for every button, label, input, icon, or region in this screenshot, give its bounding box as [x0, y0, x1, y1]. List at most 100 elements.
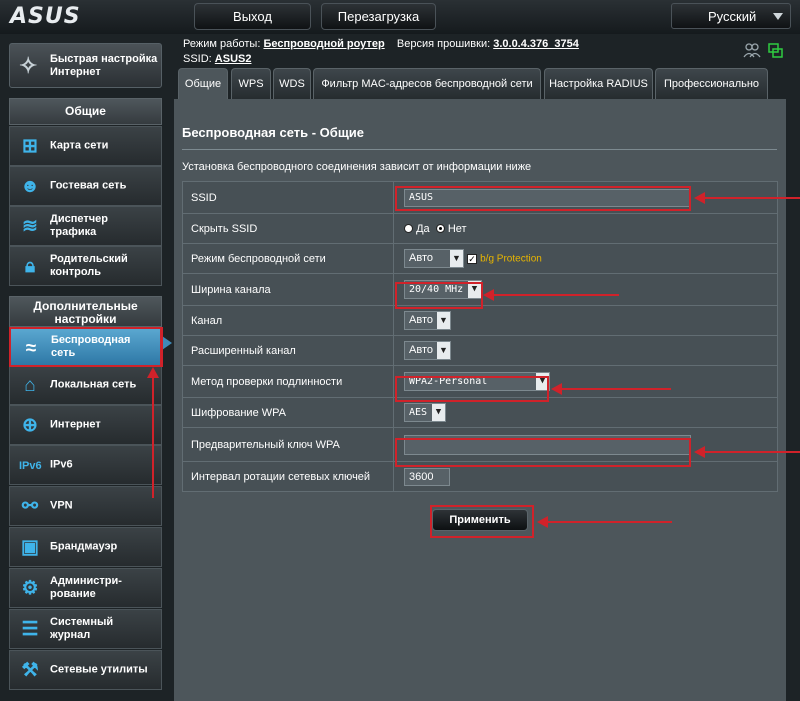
- sidebar-item-label: Брандмауэр: [50, 540, 118, 553]
- tab-wds[interactable]: WDS: [273, 68, 311, 99]
- sidebar-item-label: Интернет: [50, 418, 101, 431]
- key-rotation-input[interactable]: 3600: [404, 467, 450, 486]
- network-map-icon: ⊞: [22, 136, 38, 157]
- firmware-link[interactable]: 3.0.0.4.376_3754: [493, 38, 579, 50]
- sidebar-item-system-log[interactable]: ☰ Системный журнал: [9, 609, 162, 649]
- sidebar-item-label: Локальная сеть: [50, 378, 137, 391]
- chevron-down-icon: ▼: [450, 250, 463, 267]
- highlight-psk: [395, 438, 691, 467]
- row-wireless-mode: Режим беспроводной сети Авто ▼ ✓ b/g Prot…: [182, 243, 778, 274]
- arrow-head-icon: [694, 192, 705, 204]
- system-log-icon: ☰: [21, 619, 39, 640]
- sidebar-item-firewall[interactable]: ▣ Брандмауэр: [9, 527, 162, 567]
- mode-label: Режим работы:: [183, 38, 261, 50]
- logout-button[interactable]: Выход: [194, 3, 311, 30]
- traffic-manager-icon: ≋: [22, 216, 38, 237]
- sidebar-item-ipv6[interactable]: IPv6 IPv6: [9, 445, 162, 485]
- sidebar-item-label: IPv6: [50, 458, 73, 471]
- arrow-head-icon: [537, 516, 548, 528]
- channel-select[interactable]: Авто ▼: [404, 311, 451, 330]
- ssid-label: SSID:: [183, 53, 212, 65]
- sidebar-item-parental-control[interactable]: 🔒︎ Родительский контроль: [9, 246, 162, 286]
- arrow-line: [705, 451, 800, 453]
- guest-network-icon: ☻: [20, 176, 40, 197]
- tab-general[interactable]: Общие: [178, 68, 228, 99]
- lan-icon: ⌂: [24, 375, 36, 396]
- bg-protection-checkbox[interactable]: ✓: [467, 253, 478, 264]
- sidebar-item-network-map[interactable]: ⊞ Карта сети: [9, 126, 162, 166]
- sidebar-item-lan[interactable]: ⌂ Локальная сеть: [9, 365, 162, 405]
- sidebar-item-label: VPN: [50, 499, 73, 512]
- quick-setup-button[interactable]: ✧ Быстрая настройка Интернет: [9, 43, 162, 88]
- internet-icon: ⊕: [22, 415, 38, 436]
- ext-channel-select[interactable]: Авто ▼: [404, 341, 451, 360]
- channel-label: Канал: [182, 305, 394, 336]
- sidebar-item-label: Сетевые утилиты: [50, 663, 148, 676]
- top-bar: ASUS Выход Перезагрузка Русский: [0, 0, 800, 34]
- hide-ssid-label: Скрыть SSID: [182, 213, 394, 244]
- hide-ssid-no-radio[interactable]: [435, 224, 445, 234]
- administration-icon: ⚙: [21, 578, 39, 599]
- arrow-line: [705, 197, 800, 199]
- language-value: Русский: [708, 8, 757, 24]
- sidebar-item-internet[interactable]: ⊕ Интернет: [9, 405, 162, 445]
- ssid-label: SSID: [182, 181, 394, 214]
- ext-channel-label: Расширенный канал: [182, 335, 394, 366]
- wireless-mode-label: Режим беспроводной сети: [182, 243, 394, 274]
- chevron-down-icon: ▼: [437, 342, 450, 359]
- arrow-head-icon: [483, 289, 494, 301]
- sidebar-item-label: Карта сети: [50, 139, 109, 152]
- arrow-line: [493, 294, 619, 296]
- row-channel: Канал Авто ▼: [182, 305, 778, 336]
- highlight-ssid: [395, 186, 691, 211]
- sidebar-item-network-tools[interactable]: ⚒ Сетевые утилиты: [9, 650, 162, 690]
- firewall-icon: ▣: [21, 537, 39, 558]
- sidebar-item-label: Родительский контроль: [50, 253, 128, 278]
- hide-ssid-yes-radio[interactable]: [404, 224, 413, 234]
- advanced-section-header: Дополнительные настройки: [9, 296, 162, 327]
- tab-radius[interactable]: Настройка RADIUS: [544, 68, 653, 99]
- mode-link[interactable]: Беспроводной роутер: [263, 38, 384, 50]
- row-encryption: Шифрование WPA AES ▼: [182, 397, 778, 428]
- psk-label: Предварительный ключ WPA: [182, 427, 394, 462]
- encryption-select[interactable]: AES ▼: [404, 403, 446, 422]
- tab-professional[interactable]: Профессионально: [655, 68, 768, 99]
- language-select[interactable]: Русский: [671, 3, 791, 29]
- sidebar-item-guest-network[interactable]: ☻ Гостевая сеть: [9, 166, 162, 206]
- sidebar-item-administration[interactable]: ⚙ Администри-рование: [9, 568, 162, 608]
- magic-wand-icon: ✧: [19, 53, 38, 78]
- active-item-indicator: [162, 336, 172, 350]
- arrow-head-icon: [147, 367, 159, 378]
- highlight-wireless: [9, 327, 163, 367]
- ext-channel-value: Авто: [409, 344, 433, 356]
- hide-ssid-yes-label: Да: [416, 222, 430, 235]
- network-tools-icon: ⚒: [21, 660, 39, 681]
- page-description: Установка беспроводного соединения завис…: [182, 161, 532, 173]
- arrow-line: [548, 521, 672, 523]
- arrow-head-icon: [551, 383, 562, 395]
- sidebar-item-label: Диспетчер трафика: [50, 213, 108, 238]
- row-hide-ssid: Скрыть SSID Да Нет: [182, 213, 778, 244]
- wireless-mode-value: Авто: [409, 252, 433, 264]
- bg-protection-label: b/g Protection: [480, 253, 542, 265]
- reboot-button[interactable]: Перезагрузка: [321, 3, 436, 30]
- sidebar-item-label: Администри-рование: [50, 575, 122, 600]
- network-status-icon[interactable]: [768, 43, 783, 58]
- tab-wps[interactable]: WPS: [231, 68, 271, 99]
- tab-mac-filter[interactable]: Фильтр MAC-адресов беспроводной сети: [313, 68, 541, 99]
- encryption-label: Шифрование WPA: [182, 397, 394, 428]
- quick-setup-label: Быстрая настройка Интернет: [50, 53, 158, 78]
- sidebar-item-label: Системный журнал: [50, 616, 114, 641]
- wireless-mode-select[interactable]: Авто ▼: [404, 249, 464, 268]
- sidebar-item-vpn[interactable]: ⚯ VPN: [9, 486, 162, 526]
- chevron-down-icon: [773, 13, 783, 20]
- row-ext-channel: Расширенный канал Авто ▼: [182, 335, 778, 366]
- vpn-icon: ⚯: [22, 496, 38, 517]
- sidebar-item-traffic-manager[interactable]: ≋ Диспетчер трафика: [9, 206, 162, 246]
- status-line: Режим работы: Беспроводной роутер Версия…: [183, 38, 579, 50]
- highlight-apply: [430, 505, 534, 538]
- arrow-line: [561, 388, 671, 390]
- ssid-link[interactable]: ASUS2: [215, 53, 252, 65]
- clients-icon[interactable]: [743, 43, 761, 58]
- auth-method-label: Метод проверки подлинности: [182, 365, 394, 398]
